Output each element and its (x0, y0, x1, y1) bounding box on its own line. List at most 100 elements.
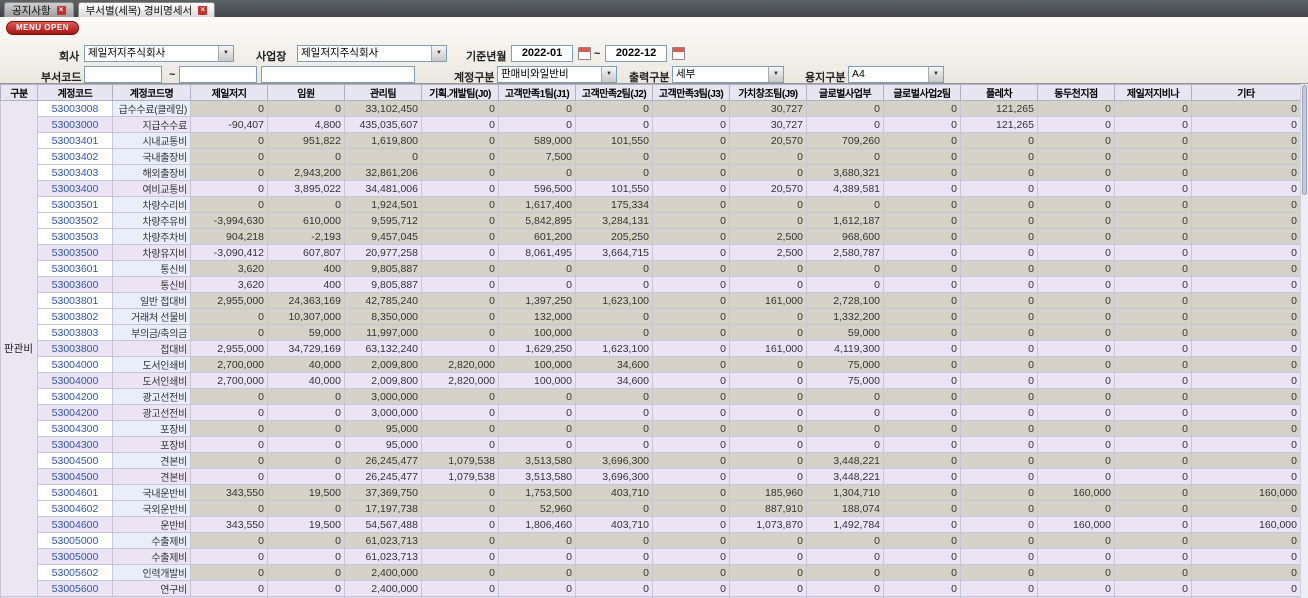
cell-value[interactable]: 0 (652, 132, 730, 149)
cell-value[interactable]: 0 (883, 164, 961, 181)
cell-value[interactable]: 2,728,100 (806, 292, 884, 309)
dept-code-from-input[interactable] (84, 66, 162, 83)
cell-value[interactable]: 52,960 (498, 500, 576, 517)
cell-value[interactable]: 37,369,750 (344, 484, 422, 501)
cell-value[interactable]: 0 (1191, 564, 1300, 581)
cell-value[interactable]: 0 (421, 196, 499, 213)
cell-value[interactable]: 0 (960, 436, 1038, 453)
cell-value[interactable]: 0 (1037, 180, 1115, 197)
cell-value[interactable]: 0 (960, 404, 1038, 421)
cell-value[interactable]: 0 (421, 244, 499, 261)
cell-value[interactable]: 0 (575, 548, 653, 565)
cell-value[interactable]: 0 (883, 516, 961, 533)
cell-value[interactable]: 160,000 (1191, 516, 1300, 533)
cell-value[interactable]: 0 (960, 260, 1038, 277)
cell-value[interactable]: 0 (883, 292, 961, 309)
cell-account-name[interactable]: 도서인쇄비 (112, 356, 191, 373)
cell-value[interactable]: 343,550 (190, 516, 268, 533)
period-to-input[interactable]: 2022-12 (605, 45, 667, 62)
cell-value[interactable]: 0 (575, 500, 653, 517)
cell-value[interactable]: 0 (883, 452, 961, 469)
cell-value[interactable]: 0 (1037, 308, 1115, 325)
cell-value[interactable]: 0 (1114, 292, 1192, 309)
cell-value[interactable]: 0 (421, 276, 499, 293)
cell-value[interactable]: 26,245,477 (344, 468, 422, 485)
cell-value[interactable]: 2,580,787 (806, 244, 884, 261)
cell-value[interactable]: 0 (1191, 132, 1300, 149)
cell-account-code[interactable]: 53004000 (37, 356, 113, 373)
cell-value[interactable]: 0 (883, 116, 961, 133)
cell-value[interactable]: 0 (1114, 116, 1192, 133)
cell-value[interactable]: 0 (498, 420, 576, 437)
cell-value[interactable]: 75,000 (806, 372, 884, 389)
close-icon[interactable]: × (198, 5, 208, 15)
cell-value[interactable]: 75,000 (806, 356, 884, 373)
cell-value[interactable]: 0 (883, 580, 961, 597)
cell-value[interactable]: 0 (1114, 436, 1192, 453)
cell-value[interactable]: 0 (806, 404, 884, 421)
cell-value[interactable]: 0 (190, 436, 268, 453)
cell-value[interactable]: 42,785,240 (344, 292, 422, 309)
cell-value[interactable]: 0 (1114, 276, 1192, 293)
cell-value[interactable]: 0 (190, 132, 268, 149)
cell-value[interactable]: 32,861,206 (344, 164, 422, 181)
cell-account-code[interactable]: 53005000 (37, 548, 113, 565)
cell-value[interactable]: 0 (421, 500, 499, 517)
cell-value[interactable]: 0 (190, 468, 268, 485)
cell-value[interactable]: 0 (729, 532, 807, 549)
cell-value[interactable]: 95,000 (344, 436, 422, 453)
cell-value[interactable]: 0 (1191, 100, 1300, 117)
cell-value[interactable]: 2,500 (729, 244, 807, 261)
cell-value[interactable]: 0 (1191, 276, 1300, 293)
cell-value[interactable]: 0 (575, 324, 653, 341)
cell-value[interactable]: 0 (190, 532, 268, 549)
cell-value[interactable]: 0 (190, 404, 268, 421)
cell-value[interactable]: 0 (652, 100, 730, 117)
cell-value[interactable]: 2,400,000 (344, 564, 422, 581)
cell-value[interactable]: 1,623,100 (575, 292, 653, 309)
cell-value[interactable]: 0 (729, 452, 807, 469)
cell-value[interactable]: 596,500 (498, 180, 576, 197)
cell-value[interactable]: 0 (729, 436, 807, 453)
cell-value[interactable]: 0 (729, 548, 807, 565)
cell-value[interactable]: 0 (1037, 564, 1115, 581)
cell-value[interactable]: 40,000 (267, 372, 345, 389)
cell-value[interactable]: 0 (883, 564, 961, 581)
cell-value[interactable]: 0 (729, 212, 807, 229)
cell-value[interactable]: 0 (421, 116, 499, 133)
cell-value[interactable]: 3,513,580 (498, 452, 576, 469)
cell-value[interactable]: 2,955,000 (190, 292, 268, 309)
cell-value[interactable]: 0 (421, 180, 499, 197)
cell-value[interactable]: 0 (421, 516, 499, 533)
cell-value[interactable]: 0 (1037, 356, 1115, 373)
cell-value[interactable]: 0 (575, 564, 653, 581)
cell-account-code[interactable]: 53005602 (37, 564, 113, 581)
cell-value[interactable]: 175,334 (575, 196, 653, 213)
cell-account-name[interactable]: 접대비 (112, 340, 191, 357)
cell-value[interactable]: 0 (1114, 212, 1192, 229)
cell-value[interactable]: 160,000 (1037, 516, 1115, 533)
cell-value[interactable]: 610,000 (267, 212, 345, 229)
cell-value[interactable]: 0 (421, 260, 499, 277)
cell-value[interactable]: 0 (421, 164, 499, 181)
cell-account-name[interactable]: 국내출장비 (112, 148, 191, 165)
cell-value[interactable]: 0 (1114, 484, 1192, 501)
cell-value[interactable]: 8,061,495 (498, 244, 576, 261)
cell-value[interactable]: 3,620 (190, 260, 268, 277)
cell-value[interactable]: 0 (190, 548, 268, 565)
cell-value[interactable]: 0 (421, 388, 499, 405)
cell-value[interactable]: 0 (1191, 468, 1300, 485)
cell-value[interactable]: 0 (806, 260, 884, 277)
cell-account-code[interactable]: 53004500 (37, 452, 113, 469)
cell-value[interactable]: 0 (806, 276, 884, 293)
cell-value[interactable]: 0 (421, 564, 499, 581)
cell-value[interactable]: 0 (806, 116, 884, 133)
cell-value[interactable]: 0 (498, 564, 576, 581)
cell-value[interactable]: 4,389,581 (806, 180, 884, 197)
cell-value[interactable]: 59,000 (267, 324, 345, 341)
cell-value[interactable]: 0 (1037, 116, 1115, 133)
cell-value[interactable]: 0 (1114, 324, 1192, 341)
cell-value[interactable]: 403,710 (575, 484, 653, 501)
cell-account-code[interactable]: 53003500 (37, 244, 113, 261)
cell-value[interactable]: 0 (883, 308, 961, 325)
